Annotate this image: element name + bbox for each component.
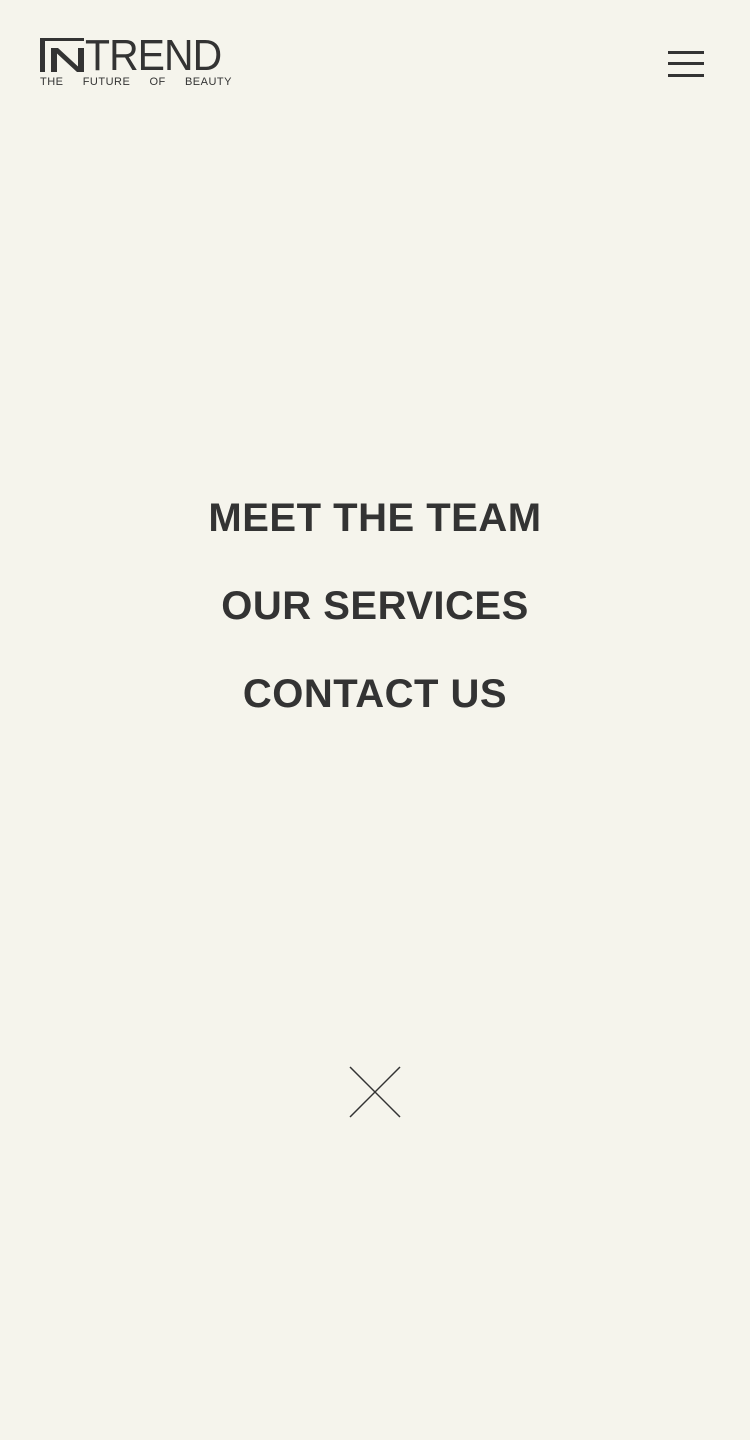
main-nav-menu: MEET THE TEAM OUR SERVICES CONTACT US xyxy=(0,490,750,754)
close-icon xyxy=(349,1066,401,1118)
nav-link-our-services[interactable]: OUR SERVICES xyxy=(221,578,529,634)
nav-link-contact-us[interactable]: CONTACT US xyxy=(243,666,507,722)
site-header: TREND THE FUTURE OF BEAUTY xyxy=(0,0,750,130)
hamburger-line xyxy=(668,74,704,77)
nav-item-meet-the-team: MEET THE TEAM xyxy=(0,490,750,578)
tagline-word: FUTURE xyxy=(82,76,131,88)
nav-item-our-services: OUR SERVICES xyxy=(0,578,750,666)
tagline-word: OF xyxy=(149,76,166,88)
close-menu-button[interactable] xyxy=(345,1062,405,1122)
hamburger-line xyxy=(668,51,704,54)
tagline-word: THE xyxy=(40,76,64,88)
logo-tagline: THE FUTURE OF BEAUTY xyxy=(40,76,232,88)
nav-item-contact-us: CONTACT US xyxy=(0,666,750,754)
logo-wordmark: TREND xyxy=(85,31,222,80)
tagline-word: BEAUTY xyxy=(184,76,232,88)
hamburger-line xyxy=(668,62,704,65)
logo-in-mark xyxy=(40,38,84,72)
hamburger-menu-icon[interactable] xyxy=(664,46,708,82)
nav-link-meet-the-team[interactable]: MEET THE TEAM xyxy=(208,490,541,546)
intrend-logo[interactable]: TREND THE FUTURE OF BEAUTY xyxy=(40,34,234,90)
